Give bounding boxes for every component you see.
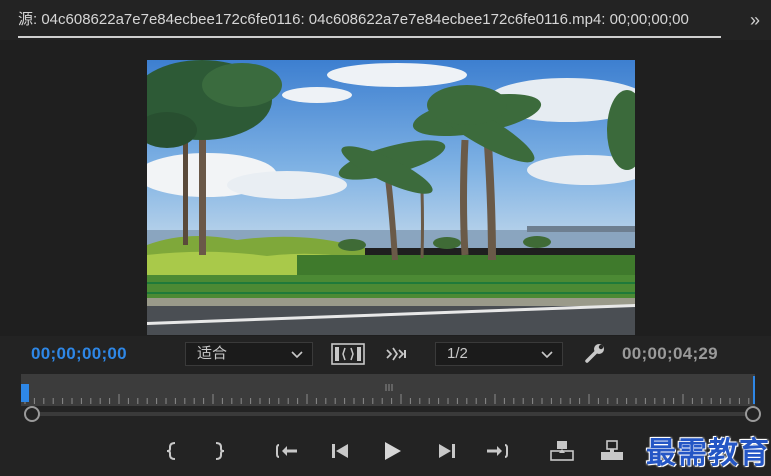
go-to-out-icon[interactable] [483,437,511,465]
chevron-down-icon [541,351,553,359]
go-to-in-icon[interactable] [273,437,301,465]
mark-out-icon[interactable] [205,437,233,465]
source-monitor-tab[interactable]: 源: 04c608622a7e7e84ecbee172c6fe0116: 04c… [18,4,721,38]
zoom-level-value: 适合 [197,345,228,362]
mark-in-icon[interactable] [158,437,186,465]
duration-timecode: 00;00;04;29 [622,344,718,363]
step-forward-icon[interactable] [432,437,460,465]
double-chevron-right-icon[interactable]: » [744,10,766,30]
overwrite-icon[interactable] [598,437,626,465]
time-ruler-ticks [24,376,755,404]
settings-wrench-icon[interactable] [583,343,607,365]
video-preview-image [147,60,635,335]
time-ruler[interactable] [21,374,755,406]
drag-audio-only-icon[interactable] [384,344,410,364]
zoom-start-handle[interactable] [24,406,40,422]
playback-resolution-value: 1/2 [447,345,468,362]
watermark-logo: 最需教育 [646,436,770,471]
insert-icon[interactable] [548,437,576,465]
video-frame [147,60,635,335]
drag-video-only-icon[interactable] [331,342,365,366]
play-icon[interactable] [378,437,406,465]
playhead[interactable] [21,384,29,402]
source-viewer [0,40,771,336]
chevron-down-icon [291,351,303,359]
panel-tab-bar: 源: 04c608622a7e7e84ecbee172c6fe0116: 04c… [0,0,771,40]
step-back-icon[interactable] [327,437,355,465]
zoom-scroll-bar[interactable] [26,412,754,416]
current-timecode[interactable]: 00;00;00;00 [31,344,127,364]
zoom-level-select[interactable]: 适合 [185,342,313,366]
playback-resolution-select[interactable]: 1/2 [435,342,563,366]
zoom-end-handle[interactable] [745,406,761,422]
